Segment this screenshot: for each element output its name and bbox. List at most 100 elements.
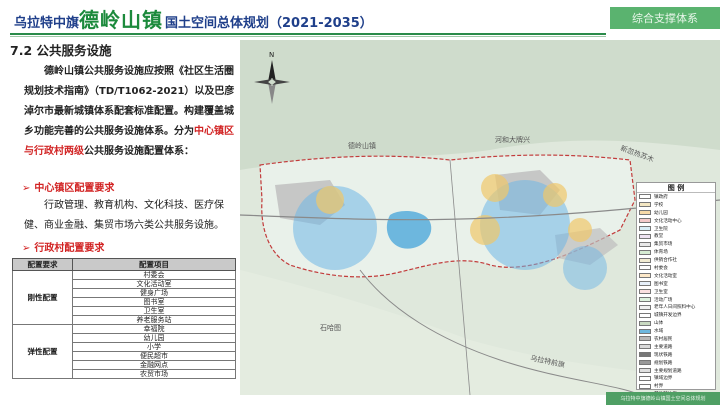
table-row: 弹性配置 幸福院 xyxy=(12,324,236,379)
legend-label: 卫生室 xyxy=(654,289,668,295)
header-divider-thin xyxy=(10,36,606,37)
table-cell: 健身广场 xyxy=(72,288,236,298)
table-group-rigid: 刚性配置 xyxy=(12,270,73,325)
svg-text:N: N xyxy=(269,51,274,59)
table-cell: 养老服务站 xyxy=(72,315,236,325)
legend-swatch-icon xyxy=(639,226,651,231)
legend-swatch-icon xyxy=(639,289,651,295)
header-divider xyxy=(10,33,606,35)
legend-item: 老年人日间照料中心 xyxy=(637,303,715,311)
table-cell: 幼儿园 xyxy=(72,333,236,343)
table-header-row: 配置要求 配置项目 xyxy=(12,258,236,271)
legend-item: 幼儿园 xyxy=(637,209,715,217)
legend-label: 活动广场 xyxy=(654,297,673,303)
legend-item: 文化活动室 xyxy=(637,272,715,280)
map-label-area-mid: 河和大牌兴 xyxy=(495,135,530,144)
legend-item: 山体 xyxy=(637,319,715,327)
legend-item: 主要规划道路 xyxy=(637,367,715,375)
service-radius-village xyxy=(470,215,500,245)
table-header-requirement: 配置要求 xyxy=(12,258,73,271)
legend-swatch-icon xyxy=(639,304,651,310)
map-label-town: 德岭山镇 xyxy=(348,141,376,150)
map-label-mid-lower: 石哈图 xyxy=(320,323,341,332)
legend-item: 供销合作社 xyxy=(637,256,715,264)
legend-label: 镇政府 xyxy=(654,194,668,200)
legend-item: 镇政府 xyxy=(637,193,715,201)
legend-label: 集贸市场 xyxy=(654,242,673,248)
legend-item: 图书室 xyxy=(637,280,715,288)
legend-swatch-icon xyxy=(639,194,651,200)
legend-swatch-icon xyxy=(639,202,651,208)
tab-support-system[interactable]: 综合支撑体系 xyxy=(610,7,720,29)
arrow-bullet-icon: ➢ xyxy=(22,243,31,254)
legend-label: 图书室 xyxy=(654,281,668,287)
legend-label: 主要规划道路 xyxy=(654,368,682,374)
legend-item: 村界 xyxy=(637,382,715,390)
town-center-paragraph: 行政管理、教育机构、文化科技、医疗保健、商业金融、集贸市场六类公共服务设施。 xyxy=(24,200,224,231)
table-cell: 图书室 xyxy=(72,297,236,307)
legend-label: 规划铁路 xyxy=(654,360,673,366)
map-legend: 图 例 镇政府 学校 幼儿园 文化活动中心 卫生院 教堂 集贸市场 体育场 供销合作社 村委会 文化… xyxy=(636,182,716,397)
table-cell: 卫生室 xyxy=(72,306,236,316)
legend-label: 老年人日间照料中心 xyxy=(654,305,696,311)
legend-swatch-icon xyxy=(639,368,651,374)
legend-label: 供销合作社 xyxy=(654,258,677,264)
legend-item: 现状铁路 xyxy=(637,351,715,359)
legend-swatch-icon xyxy=(639,360,651,366)
legend-items: 镇政府 学校 幼儿园文化活动中心 卫生院 教堂集贸市场体育场供销合作社 村委会 文化活动室图… xyxy=(637,193,715,398)
legend-label: 镇域边界 xyxy=(654,376,673,382)
table-cell: 幸福院 xyxy=(72,324,236,334)
table-cell: 村委会 xyxy=(72,270,236,280)
intro-paragraph: 德岭山镇公共服务设施应按照《社区生活圈规划技术指南》（TD/T1062-2021… xyxy=(24,62,238,162)
legend-swatch-icon xyxy=(639,210,651,216)
legend-item: 农村居民 xyxy=(637,335,715,343)
legend-item: 体育场 xyxy=(637,248,715,256)
legend-swatch-icon xyxy=(639,336,651,342)
legend-item: 学校 xyxy=(637,201,715,209)
bullet-town-center: ➢ 中心镇区配置要求 xyxy=(22,179,114,194)
bullet-town-center-label: 中心镇区配置要求 xyxy=(34,183,115,194)
legend-swatch-icon xyxy=(639,352,651,358)
legend-label: 现状铁路 xyxy=(654,352,673,358)
table-cell: 农贸市场 xyxy=(72,369,236,379)
table-cell: 金融网点 xyxy=(72,360,236,370)
legend-item: 教堂 xyxy=(637,232,715,240)
bullet-village: ➢ 行政村配置要求 xyxy=(22,239,104,254)
service-radius-village xyxy=(543,183,567,207)
legend-swatch-icon xyxy=(639,273,651,279)
legend-label: 体育场 xyxy=(654,250,668,256)
section-title: 7.2 公共服务设施 xyxy=(10,43,112,58)
legend-swatch-icon xyxy=(639,375,651,381)
legend-label: 文化活动中心 xyxy=(654,218,682,224)
legend-item: 规划铁路 xyxy=(637,359,715,367)
legend-item: 集贸市场 xyxy=(637,240,715,248)
legend-swatch-icon xyxy=(639,249,651,255)
table-cell: 小学 xyxy=(72,342,236,352)
legend-swatch-icon xyxy=(639,281,651,287)
legend-label: 农村居民 xyxy=(654,336,673,342)
legend-swatch-icon xyxy=(639,297,651,303)
legend-swatch-icon xyxy=(639,265,651,271)
legend-label: 水域 xyxy=(654,329,664,335)
service-radius-east xyxy=(563,246,607,290)
legend-item: 主要道路 xyxy=(637,343,715,351)
legend-label: 山体 xyxy=(654,321,664,327)
legend-label: 村委会 xyxy=(654,265,668,271)
legend-swatch-icon xyxy=(639,344,651,350)
legend-item: 卫生院 xyxy=(637,225,715,233)
page-footer: 乌拉特中旗德岭山镇国土空间总体规划 xyxy=(606,392,720,405)
intro-text-b: 公共服务设施配置体系： xyxy=(84,146,194,157)
legend-item: 文化活动中心 xyxy=(637,217,715,225)
legend-item: 镇域边界 xyxy=(637,374,715,382)
table-header-item: 配置项目 xyxy=(72,258,236,271)
title-town: 德岭山镇 xyxy=(79,8,164,32)
legend-item: 卫生室 xyxy=(637,288,715,296)
legend-label: 幼儿园 xyxy=(654,210,668,216)
legend-swatch-icon xyxy=(639,328,651,334)
legend-item: 活动广场 xyxy=(637,296,715,304)
bullet-village-label: 行政村配置要求 xyxy=(34,243,105,254)
title-suffix: 国土空间总体规划（2021-2035） xyxy=(165,16,373,31)
legend-swatch-icon xyxy=(639,312,651,318)
table-group-flexible: 弹性配置 xyxy=(12,324,73,379)
legend-label: 城镇开发边界 xyxy=(654,313,682,319)
